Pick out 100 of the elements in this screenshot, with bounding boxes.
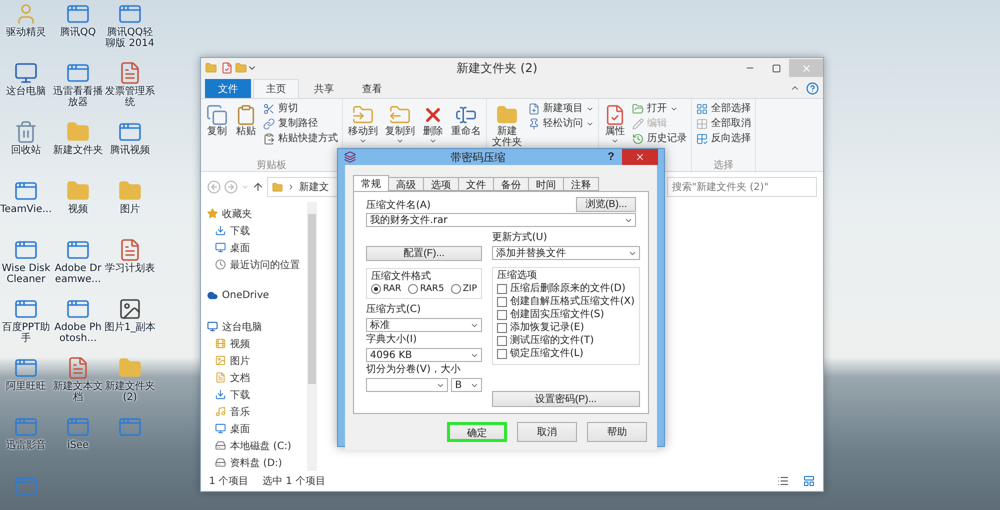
- radio-option[interactable]: RAR: [371, 284, 402, 294]
- checkbox-option[interactable]: 添加恢复记录(E): [497, 322, 635, 334]
- ribbon-button[interactable]: 粘贴快捷方式: [263, 132, 338, 145]
- desktop-icon-label[interactable]: Adobe Dreamwe...: [52, 263, 104, 285]
- dialog-tab[interactable]: 注释: [563, 177, 599, 191]
- checkbox[interactable]: [497, 349, 507, 359]
- desktop-icon-label[interactable]: 视频: [52, 204, 104, 215]
- trash-icon[interactable]: [14, 120, 38, 144]
- document-icon[interactable]: [221, 62, 233, 74]
- nav-item[interactable]: OneDrive: [207, 288, 307, 303]
- ribbon-button[interactable]: 复制路径: [263, 117, 338, 130]
- folder-icon[interactable]: [118, 356, 142, 380]
- dialog-button[interactable]: 取消: [517, 422, 577, 442]
- checkbox-option[interactable]: 测试压缩的文件(T): [497, 335, 635, 347]
- browse-button[interactable]: 浏览(B)...: [576, 197, 636, 212]
- ribbon-button[interactable]: 删除: [421, 104, 445, 158]
- nav-item[interactable]: 下载: [207, 387, 307, 402]
- radio-button[interactable]: [450, 284, 461, 294]
- nav-item[interactable]: 下载: [207, 223, 307, 238]
- breadcrumb[interactable]: 新建文: [299, 180, 329, 194]
- checkbox[interactable]: [497, 323, 507, 333]
- desktop-icon-label[interactable]: Adobe Photosh...: [52, 322, 104, 344]
- checkbox[interactable]: [497, 310, 507, 320]
- radio-option[interactable]: RAR5: [408, 284, 444, 294]
- desktop-icon-label[interactable]: 腾讯QQ轻聊版 2014: [104, 27, 156, 49]
- checkbox-option[interactable]: 创建固实压缩文件(S): [497, 309, 635, 321]
- app-icon[interactable]: [66, 297, 90, 321]
- checkbox[interactable]: [497, 297, 507, 307]
- app-icon[interactable]: [14, 179, 38, 203]
- ribbon-button[interactable]: 复制到: [384, 104, 416, 158]
- profiles-button[interactable]: 配置(F)...: [366, 246, 482, 261]
- dialog-tab[interactable]: 选项: [423, 177, 459, 191]
- ribbon-button[interactable]: 全部选择: [696, 102, 751, 115]
- ribbon-button[interactable]: 打开: [632, 102, 687, 115]
- nav-item[interactable]: 桌面: [207, 421, 307, 436]
- radio-button[interactable]: [371, 284, 381, 294]
- document-icon[interactable]: [118, 61, 142, 85]
- nav-item[interactable]: 桌面: [207, 240, 307, 255]
- dialog-tab[interactable]: 常规: [353, 175, 389, 191]
- method-dropdown[interactable]: 标准: [366, 318, 482, 332]
- checkbox-option[interactable]: 创建自解压格式压缩文件(X): [497, 296, 635, 308]
- ribbon-tab[interactable]: 共享: [301, 79, 347, 98]
- search-field[interactable]: 搜索"新建文件夹 (2)": [667, 177, 817, 197]
- help-icon[interactable]: [806, 82, 819, 94]
- nav-item[interactable]: 收藏夹: [207, 206, 307, 221]
- app-icon[interactable]: [66, 238, 90, 262]
- desktop-icon-label[interactable]: 迅雷影音: [0, 440, 52, 451]
- app-icon[interactable]: [14, 297, 38, 321]
- dialog-button[interactable]: 确定: [447, 422, 507, 442]
- nav-item[interactable]: 视频: [207, 336, 307, 351]
- desktop-icon-label[interactable]: 图片: [104, 204, 156, 215]
- desktop-icon-label[interactable]: 新建文件夹 (2): [104, 381, 156, 403]
- desktop-icon-label[interactable]: 新建文件夹: [52, 145, 104, 156]
- desktop-icon-label[interactable]: TeamVie...: [0, 204, 52, 215]
- help-button[interactable]: ?: [600, 151, 622, 163]
- checkbox[interactable]: [497, 336, 507, 346]
- desktop-icon-label[interactable]: 新建文本文档: [52, 381, 104, 403]
- nav-item[interactable]: 图片: [207, 353, 307, 368]
- document-icon[interactable]: [66, 356, 90, 380]
- app-icon[interactable]: [66, 61, 90, 85]
- ribbon-button[interactable]: 全部取消: [696, 117, 751, 130]
- nav-item[interactable]: 文档: [207, 370, 307, 385]
- desktop-icon-label[interactable]: 腾讯QQ: [52, 27, 104, 38]
- nav-item[interactable]: 资料盘 (D:): [207, 455, 307, 470]
- update-mode-dropdown[interactable]: 添加并替换文件: [492, 246, 640, 260]
- nav-item[interactable]: 最近访问的位置: [207, 257, 307, 272]
- app-icon[interactable]: [118, 120, 142, 144]
- desktop-icon-label[interactable]: 图片1_副本: [104, 322, 156, 333]
- ribbon-button[interactable]: 移动到: [347, 104, 379, 158]
- ribbon-tab[interactable]: 文件: [205, 79, 251, 98]
- app-icon[interactable]: [66, 2, 90, 26]
- dialog-tab[interactable]: 备份: [493, 177, 529, 191]
- desktop-icon-label[interactable]: 这台电脑: [0, 86, 52, 97]
- dialog-tab[interactable]: 时间: [528, 177, 564, 191]
- dialog-button[interactable]: 帮助: [587, 422, 647, 442]
- desktop-icon-label[interactable]: 学习计划表: [104, 263, 156, 274]
- forward-button[interactable]: [224, 180, 238, 194]
- document-icon[interactable]: [118, 238, 142, 262]
- image-icon[interactable]: [118, 297, 142, 321]
- folder-icon[interactable]: [205, 62, 217, 74]
- nav-item[interactable]: 这台电脑: [207, 319, 307, 334]
- ribbon-button[interactable]: 剪切: [263, 102, 338, 115]
- desktop-icon-label[interactable]: 回收站: [0, 145, 52, 156]
- nav-item[interactable]: 本地磁盘 (C:): [207, 438, 307, 453]
- desktop-icon-label[interactable]: 发票管理系统: [104, 86, 156, 108]
- ribbon-tab[interactable]: 查看: [349, 79, 395, 98]
- desktop-icon-label[interactable]: 阿里旺旺: [0, 381, 52, 392]
- desktop-icon-label[interactable]: 腾讯视频: [104, 145, 156, 156]
- back-button[interactable]: [207, 180, 221, 194]
- radio-option[interactable]: ZIP: [450, 284, 477, 294]
- thumbnails-view-icon[interactable]: [803, 475, 815, 487]
- checkbox-option[interactable]: 锁定压缩文件(L): [497, 348, 635, 360]
- radio-button[interactable]: [408, 284, 418, 294]
- ribbon-button[interactable]: 粘贴: [234, 104, 258, 158]
- app-icon[interactable]: [14, 356, 38, 380]
- desktop-icon-label[interactable]: 迅雷看看播放器: [52, 86, 104, 108]
- ribbon-button[interactable]: 反向选择: [696, 132, 751, 145]
- nav-item[interactable]: 音乐: [207, 404, 307, 419]
- ribbon-button[interactable]: 复制: [205, 104, 229, 158]
- dialog-tab[interactable]: 高级: [388, 177, 424, 191]
